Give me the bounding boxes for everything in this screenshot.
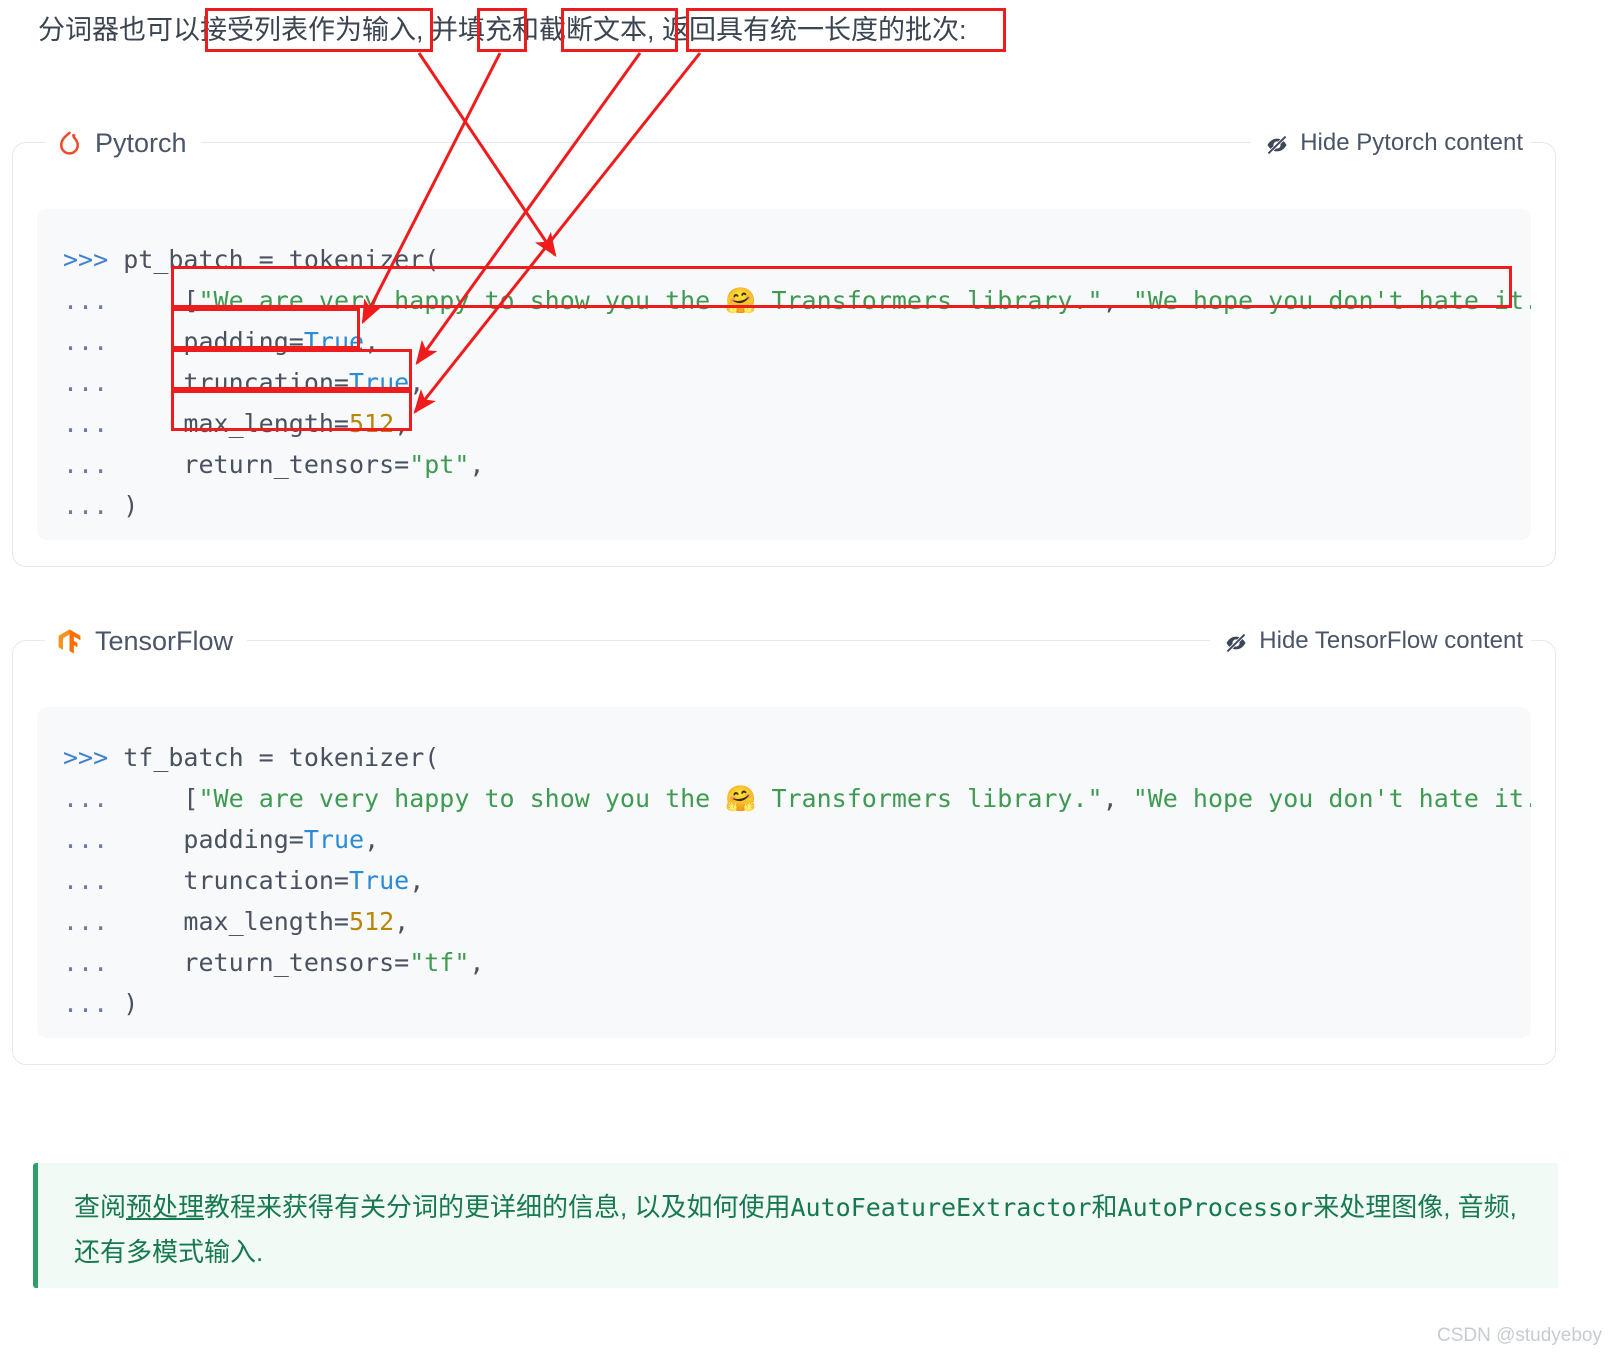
tensorflow-logo-icon [55,627,84,656]
tensorflow-framework-card: TensorFlow Hide TensorFlow content >>> t… [12,622,1556,1065]
code-token: True [349,866,410,895]
code-token: "tf" [409,948,470,977]
code-token: >>> [63,245,124,274]
code-line: >>> tf_batch = tokenizer( [63,737,1531,778]
code-token: [ [123,784,199,813]
tip-plain-text: 和 [1091,1192,1118,1222]
code-token: ... [63,327,124,356]
code-token: ... [63,409,124,438]
code-token: pt_batch = tokenizer( [123,245,440,274]
code-token: ... [63,866,124,895]
hide-pytorch-content-button[interactable]: Hide Pytorch content [1251,124,1531,162]
tensorflow-legend: TensorFlow [45,623,248,659]
tip-callout-box: 查阅预处理教程来获得有关分词的更详细的信息, 以及如何使用AutoFeature… [33,1163,1558,1288]
eye-off-icon [1265,131,1289,155]
code-token: "We hope you don't hate it." [1132,286,1531,315]
code-token: max_length= [123,907,349,936]
tip-code-term: AutoProcessor [1117,1193,1314,1222]
code-token: ... [63,368,124,397]
code-line: ... max_length=512, [63,403,1531,444]
code-token: return_tensors= [123,450,410,479]
tip-code-term: AutoFeatureExtractor [790,1193,1092,1222]
tip-plain-text: 查阅 [74,1192,127,1222]
code-token: "pt" [409,450,470,479]
code-line: >>> pt_batch = tokenizer( [63,239,1531,280]
hide-tensorflow-content-button[interactable]: Hide TensorFlow content [1210,622,1531,660]
intro-paragraph: 分词器也可以接受列表作为输入, 并填充和截断文本, 返回具有统一长度的批次: [38,10,967,50]
code-token: , [409,866,425,895]
code-token: , [1102,784,1133,813]
code-token: truncation= [123,866,349,895]
code-line: ... ) [63,983,1531,1024]
code-line: ... max_length=512, [63,901,1531,942]
code-token: ... [63,450,124,479]
pytorch-code-block[interactable]: >>> pt_batch = tokenizer(... ["We are ve… [37,209,1531,540]
code-token: >>> [63,743,124,772]
code-token: ... [63,989,124,1018]
code-token: "We are very happy to show you the 🤗 Tra… [198,286,1103,315]
code-token: , [394,409,410,438]
tip-text: 查阅预处理教程来获得有关分词的更详细的信息, 以及如何使用AutoFeature… [74,1185,1534,1274]
code-token: max_length= [123,409,349,438]
code-token: ) [123,989,139,1018]
code-line: ... padding=True, [63,321,1531,362]
code-line: ... padding=True, [63,819,1531,860]
code-token: True [303,327,365,356]
code-line: ... return_tensors="tf", [63,942,1531,983]
hide-pytorch-label: Hide Pytorch content [1300,129,1523,156]
code-line: ... ["We are very happy to show you the … [63,778,1531,819]
code-token: 512 [349,907,395,936]
code-line: ... return_tensors="pt", [63,444,1531,485]
tensorflow-label: TensorFlow [95,626,234,656]
code-line: ... ) [63,485,1531,526]
code-token: , [1102,286,1133,315]
code-token: "We are very happy to show you the 🤗 Tra… [198,784,1103,813]
code-token: , [364,825,380,854]
code-token: tf_batch = tokenizer( [123,743,440,772]
code-token: ) [123,491,139,520]
code-token: return_tensors= [123,948,410,977]
code-token: True [349,368,410,397]
csdn-watermark: CSDN @studyeboy [1436,1325,1602,1346]
code-token: ... [63,825,124,854]
code-token: ... [63,286,124,315]
code-token: ... [63,948,124,977]
code-token: truncation= [123,368,349,397]
code-token: , [469,450,485,479]
code-token: , [469,948,485,977]
tip-link[interactable]: 预处理 [126,1192,204,1222]
code-token: ... [63,491,124,520]
intro-text: 分词器也可以接受列表作为输入, 并填充和截断文本, 返回具有统一长度的批次: [38,15,967,45]
code-line: ... truncation=True, [63,362,1531,403]
code-token: ... [63,907,124,936]
eye-off-icon [1224,629,1248,653]
pytorch-flame-icon [55,129,84,158]
code-token: "We hope you don't hate it." [1132,784,1531,813]
code-token: , [409,368,425,397]
pytorch-framework-card: Pytorch Hide Pytorch content >>> pt_batc… [12,124,1556,567]
code-token: , [394,907,410,936]
code-token: 512 [349,409,395,438]
code-token: [ [123,286,199,315]
tip-plain-text: 教程来获得有关分词的更详细的信息, 以及如何使用 [204,1192,791,1222]
pytorch-legend: Pytorch [45,125,201,161]
hide-tensorflow-label: Hide TensorFlow content [1259,627,1523,654]
code-token: padding= [123,327,304,356]
code-token: True [303,825,365,854]
code-line: ... ["We are very happy to show you the … [63,280,1531,321]
tensorflow-code-block[interactable]: >>> tf_batch = tokenizer(... ["We are ve… [37,707,1531,1038]
pytorch-label: Pytorch [95,128,187,158]
code-token: padding= [123,825,304,854]
code-token: , [364,327,380,356]
code-token: ... [63,784,124,813]
code-line: ... truncation=True, [63,860,1531,901]
